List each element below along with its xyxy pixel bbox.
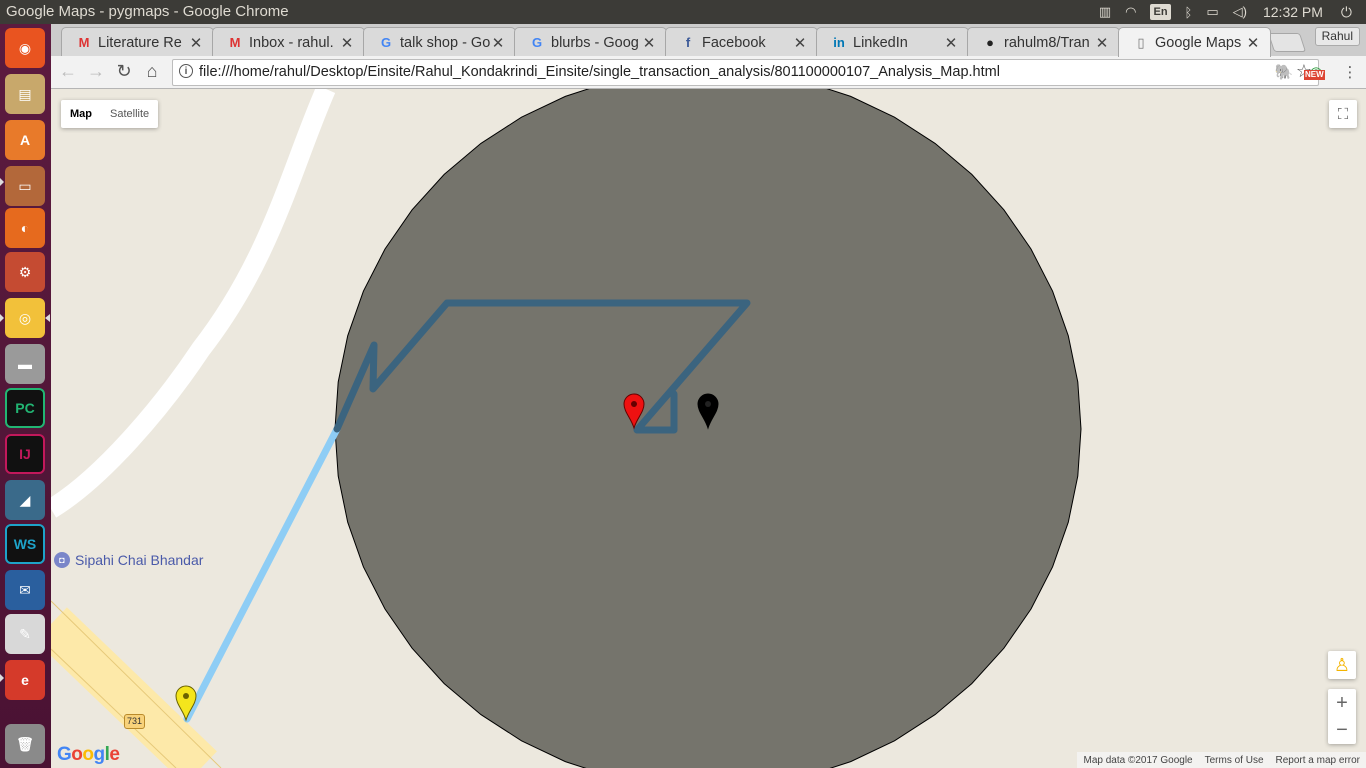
- tab-close-icon[interactable]: ✕: [642, 34, 656, 52]
- wifi-icon[interactable]: ◠: [1125, 0, 1136, 24]
- reload-icon[interactable]: ↻: [113, 60, 135, 82]
- zoom-control: + −: [1328, 689, 1356, 744]
- extension-new-badge: NEW: [1304, 70, 1325, 80]
- keyboard-layout-indicator[interactable]: En: [1150, 4, 1171, 20]
- map-type-map-button[interactable]: Map: [61, 100, 101, 128]
- tab-3[interactable]: Gtalk shop - Go ✕: [363, 27, 516, 57]
- home-icon[interactable]: ⌂: [141, 60, 163, 82]
- chrome-icon[interactable]: ◎: [5, 298, 45, 338]
- bluetooth-icon[interactable]: ᛒ: [1185, 0, 1193, 24]
- zoom-out-button[interactable]: −: [1336, 717, 1348, 744]
- google-logo[interactable]: Google: [57, 744, 120, 766]
- software-center-icon[interactable]: A: [5, 120, 45, 160]
- fullscreen-icon[interactable]: ⛶: [1329, 100, 1357, 128]
- system-tray: ▥ ◠ En ᛒ ▭ ◁) 12:32 PM ⏻: [1085, 0, 1366, 24]
- terms-of-use-link[interactable]: Terms of Use: [1199, 755, 1270, 766]
- forward-arrow-icon[interactable]: →: [85, 60, 107, 82]
- back-arrow-icon[interactable]: ←: [57, 60, 79, 82]
- map-type-control: Map Satellite: [61, 100, 159, 128]
- tab-4[interactable]: Gblurbs - Goog ✕: [514, 27, 667, 57]
- tab-label: rahulm8/Tran: [1004, 34, 1090, 51]
- tab-close-icon[interactable]: ✕: [340, 34, 354, 52]
- tab-7[interactable]: ● rahulm8/Tran ✕: [967, 27, 1120, 57]
- google-icon: G: [380, 35, 392, 50]
- gmail-icon: M: [78, 35, 90, 50]
- map-attribution: Map data ©2017 Google Terms of Use Repor…: [1077, 752, 1366, 768]
- map-canvas[interactable]: Map Satellite ⛶ ◘ Sipahi Chai Bhandar 73…: [51, 89, 1366, 768]
- road-shield: 731: [124, 714, 145, 729]
- tab-label: Facebook: [702, 34, 766, 51]
- tab-close-icon[interactable]: ✕: [189, 34, 203, 52]
- browser-toolbar: ← → ↻ ⌂ i file:///home/rahul/Desktop/Ein…: [51, 56, 1366, 89]
- disk-icon[interactable]: ▬: [5, 344, 45, 384]
- pegman-icon[interactable]: ♙: [1328, 651, 1356, 679]
- system-settings-icon[interactable]: ⚙: [5, 252, 45, 292]
- map-data-text: Map data ©2017 Google: [1083, 754, 1193, 766]
- linkedin-icon: in: [833, 35, 845, 50]
- tab-label: LinkedIn: [853, 34, 908, 51]
- tab-label: Inbox - rahul.: [249, 34, 334, 51]
- page-icon: ▯: [1137, 34, 1145, 50]
- new-tab-button[interactable]: [1267, 33, 1307, 52]
- pycharm-icon[interactable]: PC: [5, 388, 45, 428]
- text-editor-icon[interactable]: ✎: [5, 614, 45, 654]
- evernote-extension-icon[interactable]: 🐘: [1273, 61, 1295, 83]
- address-bar[interactable]: i file:///home/rahul/Desktop/Einsite/Rah…: [172, 59, 1319, 86]
- route-path-light: [183, 425, 341, 723]
- facebook-icon: f: [685, 35, 691, 50]
- window-title: Google Maps - pygmaps - Google Chrome: [6, 3, 289, 20]
- intellij-icon[interactable]: IJ: [5, 434, 45, 474]
- shopping-bag-icon: ◘: [54, 552, 70, 568]
- volume-icon[interactable]: ◁): [1233, 0, 1247, 24]
- poi-label: Sipahi Chai Bhandar: [75, 552, 204, 568]
- page-info-icon[interactable]: i: [179, 64, 193, 78]
- tab-label: talk shop - Go: [400, 34, 491, 51]
- tab-label: Google Maps: [1155, 34, 1242, 51]
- mysql-workbench-icon[interactable]: ◢: [5, 480, 45, 520]
- zoom-in-button[interactable]: +: [1336, 690, 1348, 717]
- map-type-satellite-button[interactable]: Satellite: [101, 100, 158, 128]
- thunderbird-icon[interactable]: ✉: [5, 570, 45, 610]
- tab-8[interactable]: ▯ Google Maps ✕: [1118, 27, 1271, 57]
- power-icon[interactable]: ⏻: [1341, 0, 1352, 24]
- tab-close-icon[interactable]: ✕: [944, 34, 958, 52]
- tab-close-icon[interactable]: ✕: [491, 34, 505, 52]
- tab-5[interactable]: f Facebook ✕: [665, 27, 818, 57]
- chrome-menu-icon[interactable]: ⋮: [1339, 61, 1361, 83]
- clock[interactable]: 12:32 PM: [1263, 0, 1323, 24]
- firefox-icon[interactable]: ◐: [5, 208, 45, 248]
- tab-close-icon[interactable]: ✕: [1095, 34, 1109, 52]
- file-manager-icon[interactable]: ▭: [5, 166, 45, 206]
- map-highway-edge: [51, 600, 222, 768]
- tab-close-icon[interactable]: ✕: [1246, 34, 1260, 52]
- webstorm-icon[interactable]: WS: [5, 524, 45, 564]
- google-icon: G: [531, 35, 543, 50]
- launcher: ◉ ▤ A ▭ ◐ ⚙ ◎ ▬ PC IJ ◢ WS ✉ ✎ e 🗑: [0, 24, 51, 768]
- tab-close-icon[interactable]: ✕: [793, 34, 807, 52]
- clipboard-icon[interactable]: ▥: [1099, 0, 1111, 24]
- files-icon[interactable]: ▤: [5, 74, 45, 114]
- tab-2[interactable]: M Inbox - rahul. ✕: [212, 27, 365, 57]
- profile-button[interactable]: Rahul: [1314, 27, 1360, 46]
- battery-icon[interactable]: ▭: [1206, 0, 1218, 24]
- tab-strip: Rahul M Literature Re ✕ M Inbox - rahul. ✕ Gta…: [51, 24, 1366, 57]
- github-icon: ●: [986, 35, 994, 50]
- map-road-white: [51, 89, 336, 518]
- map-layer: [51, 89, 1082, 768]
- libreoffice-icon[interactable]: e: [5, 660, 45, 700]
- gmail-icon: M: [229, 35, 241, 50]
- poi-sipahi-chai-bhandar[interactable]: ◘ Sipahi Chai Bhandar: [54, 552, 203, 568]
- ubuntu-dash-icon[interactable]: ◉: [5, 28, 45, 68]
- system-top-bar: Google Maps - pygmaps - Google Chrome ▥ …: [0, 0, 1366, 24]
- tab-6[interactable]: in LinkedIn ✕: [816, 27, 969, 57]
- tab-label: blurbs - Goog: [551, 34, 639, 51]
- address-bar-url[interactable]: file:///home/rahul/Desktop/Einsite/Rahul…: [199, 64, 1000, 80]
- trash-icon[interactable]: 🗑: [5, 724, 45, 764]
- report-map-error-link[interactable]: Report a map error: [1270, 755, 1366, 766]
- tab-label: Literature Re: [98, 34, 182, 51]
- tab-1[interactable]: M Literature Re ✕: [61, 27, 214, 57]
